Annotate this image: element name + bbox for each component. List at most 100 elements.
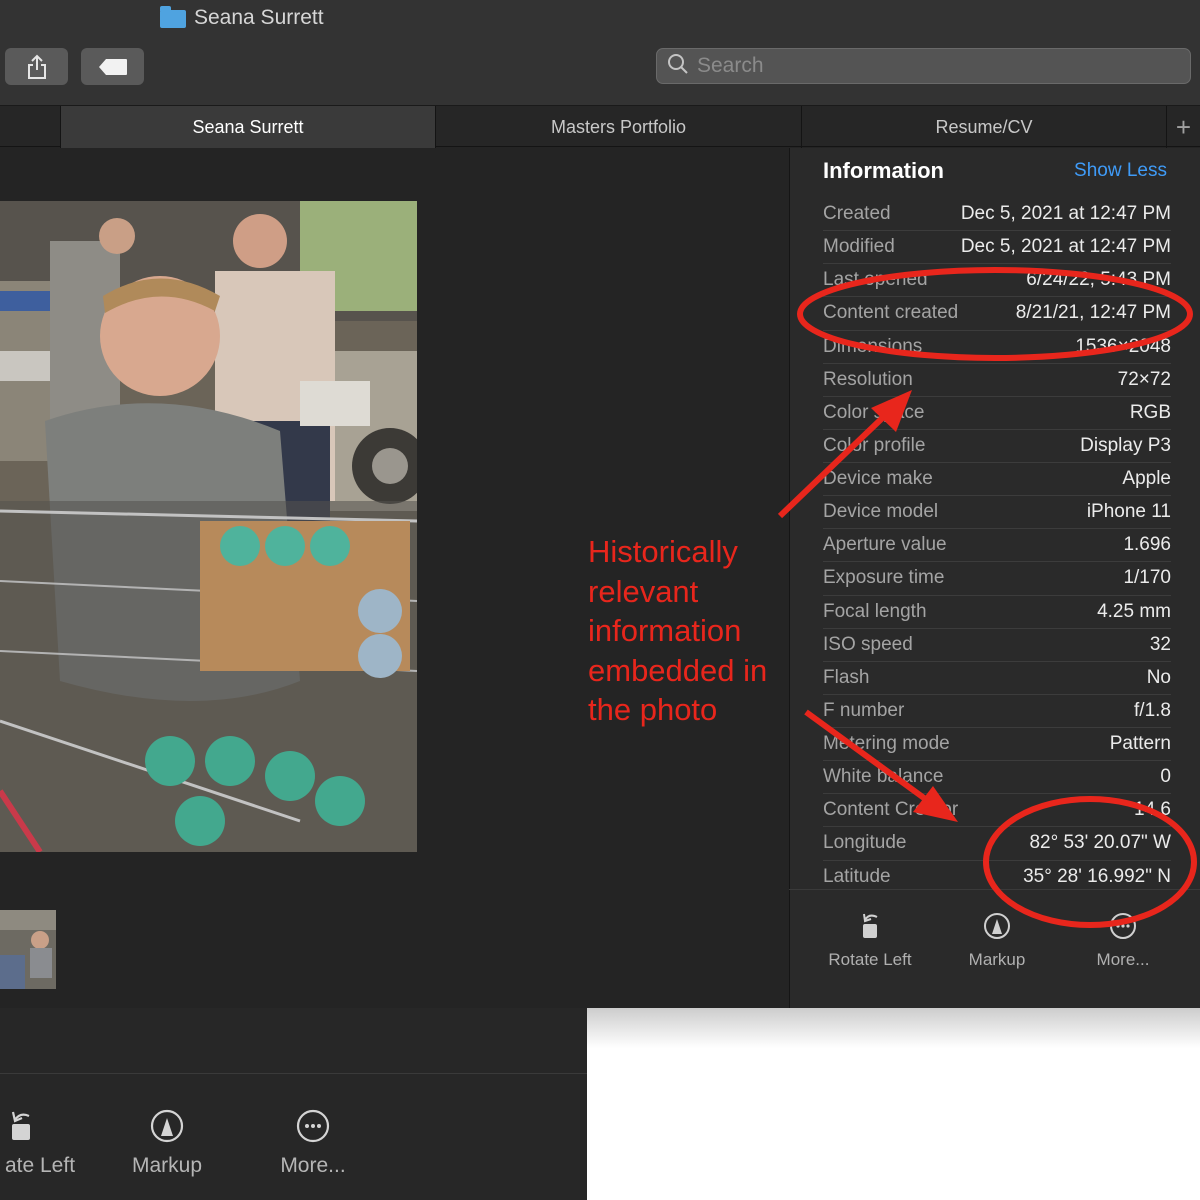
tab-masters-portfolio[interactable]: Masters Portfolio	[435, 106, 801, 148]
more-label: More...	[280, 1154, 346, 1177]
info-rows: Created Dec 5, 2021 at 12:47 PM Modified De…	[823, 198, 1171, 894]
info-row: Aperture value 1.696	[823, 529, 1171, 563]
info-row-key: Last opened	[823, 269, 928, 291]
info-row-value: 0	[1160, 766, 1171, 788]
photo[interactable]	[0, 201, 417, 852]
divider	[0, 1073, 587, 1074]
info-header: Information Show Less	[823, 158, 1173, 186]
info-row-key: Aperture value	[823, 534, 947, 556]
info-row-key: Content created	[823, 302, 959, 324]
info-row: Resolution 72×72	[823, 364, 1171, 397]
more-icon	[268, 1108, 358, 1144]
more-label: More...	[1096, 950, 1150, 969]
info-row-value: 72×72	[1117, 368, 1171, 390]
info-actions: Rotate Left Markup More...	[789, 910, 1200, 980]
rotate-left-label: ate Left	[4, 1154, 76, 1177]
info-row: Dimensions 1536×2048	[823, 331, 1171, 364]
info-row: Focal length 4.25 mm	[823, 596, 1171, 629]
info-row-key: Exposure time	[823, 567, 945, 589]
info-row-key: Modified	[823, 236, 895, 258]
info-row-key: Dimensions	[823, 335, 923, 357]
info-row-key: Color profile	[823, 434, 926, 456]
rotate-left-button[interactable]: ate Left	[0, 1108, 80, 1178]
info-row-value: Dec 5, 2021 at 12:47 PM	[960, 236, 1171, 258]
info-row: Flash No	[823, 662, 1171, 695]
info-row: Longitude 82° 53' 20.07" W	[823, 827, 1171, 861]
info-row: ISO speed 32	[823, 629, 1171, 662]
info-row-key: Color space	[823, 401, 925, 423]
info-row-value: 14.6	[1134, 799, 1171, 821]
search-icon	[667, 53, 689, 80]
info-row-key: Content Creator	[823, 799, 959, 821]
window-shadow	[587, 1008, 1200, 1048]
markup-button[interactable]: Markup	[942, 910, 1052, 970]
window-title-text: Seana Surrett	[194, 6, 324, 29]
info-row-value: 35° 28' 16.992" N	[1023, 866, 1171, 888]
info-row-value: Display P3	[1080, 434, 1171, 456]
info-row: Content created 8/21/21, 12:47 PM	[823, 297, 1171, 331]
markup-label: Markup	[968, 950, 1026, 969]
info-row: Created Dec 5, 2021 at 12:47 PM	[823, 198, 1171, 232]
markup-label: Markup	[131, 1154, 203, 1177]
info-row-key: Longitude	[823, 832, 907, 854]
search-input[interactable]	[697, 54, 1177, 78]
tab-label: Masters Portfolio	[550, 116, 687, 137]
info-row-value: No	[1146, 666, 1171, 688]
preview-window: Seana Surrett Seana Surrett Masters Port…	[0, 0, 1200, 1008]
more-icon	[1068, 910, 1178, 942]
info-row-key: Resolution	[823, 368, 913, 390]
rotate-left-button[interactable]: Rotate Left	[815, 910, 925, 970]
info-row-value: 1.696	[1123, 534, 1171, 556]
info-row: Color profile Display P3	[823, 430, 1171, 463]
window-title: Seana Surrett	[160, 4, 324, 32]
info-row-key: ISO speed	[823, 633, 913, 655]
photo-thumbnail[interactable]	[0, 910, 56, 989]
info-row: Color space RGB	[823, 397, 1171, 430]
info-row-key: Device make	[823, 468, 933, 490]
info-row: Device make Apple	[823, 463, 1171, 497]
info-row-value: Pattern	[1109, 733, 1171, 755]
info-row-value: 4.25 mm	[1097, 600, 1171, 622]
markup-button[interactable]: Markup	[122, 1108, 212, 1178]
info-row: F number f/1.8	[823, 695, 1171, 728]
tag-button[interactable]	[81, 48, 144, 85]
divider	[789, 889, 1200, 890]
title-bar: Seana Surrett	[0, 0, 1200, 105]
info-row-value: RGB	[1129, 401, 1171, 423]
search-field[interactable]	[656, 48, 1191, 84]
info-row-value: 1536×2048	[1075, 335, 1171, 357]
info-row-value: 32	[1149, 633, 1171, 655]
show-less-button[interactable]: Show Less	[1074, 160, 1167, 182]
info-row: Metering mode Pattern	[823, 728, 1171, 762]
info-row-value: f/1.8	[1134, 699, 1171, 721]
tab-seana-surrett[interactable]: Seana Surrett	[60, 106, 435, 148]
markup-icon	[122, 1108, 212, 1144]
info-row-value: 6/24/22, 5:43 PM	[1026, 269, 1171, 291]
tag-icon	[98, 58, 128, 76]
info-row-value: Dec 5, 2021 at 12:47 PM	[960, 203, 1171, 225]
info-row-key: Latitude	[823, 866, 891, 888]
tab-resume-cv[interactable]: Resume/CV	[801, 106, 1166, 148]
info-row-value: iPhone 11	[1086, 501, 1171, 523]
info-row: Content Creator 14.6	[823, 794, 1171, 828]
info-row-key: White balance	[823, 766, 944, 788]
info-row: White balance 0	[823, 761, 1171, 795]
info-row-key: Device model	[823, 501, 939, 523]
info-title: Information	[823, 158, 944, 183]
info-row: Device model iPhone 11	[823, 496, 1171, 530]
info-row: Modified Dec 5, 2021 at 12:47 PM	[823, 231, 1171, 265]
info-row-value: 82° 53' 20.07" W	[1029, 832, 1171, 854]
more-button[interactable]: More...	[1068, 910, 1178, 970]
share-button[interactable]	[5, 48, 68, 85]
tab-label: Seana Surrett	[192, 116, 304, 137]
info-row-value: 8/21/21, 12:47 PM	[1015, 302, 1171, 324]
more-button[interactable]: More...	[268, 1108, 358, 1178]
info-row-key: Flash	[823, 666, 870, 688]
folder-icon	[160, 6, 186, 28]
plus-icon: +	[1175, 111, 1192, 142]
add-tab-button[interactable]: +	[1166, 106, 1200, 148]
info-row-key: Metering mode	[823, 733, 950, 755]
rotate-left-icon	[815, 910, 925, 942]
info-row-key: Focal length	[823, 600, 927, 622]
markup-icon	[942, 910, 1052, 942]
